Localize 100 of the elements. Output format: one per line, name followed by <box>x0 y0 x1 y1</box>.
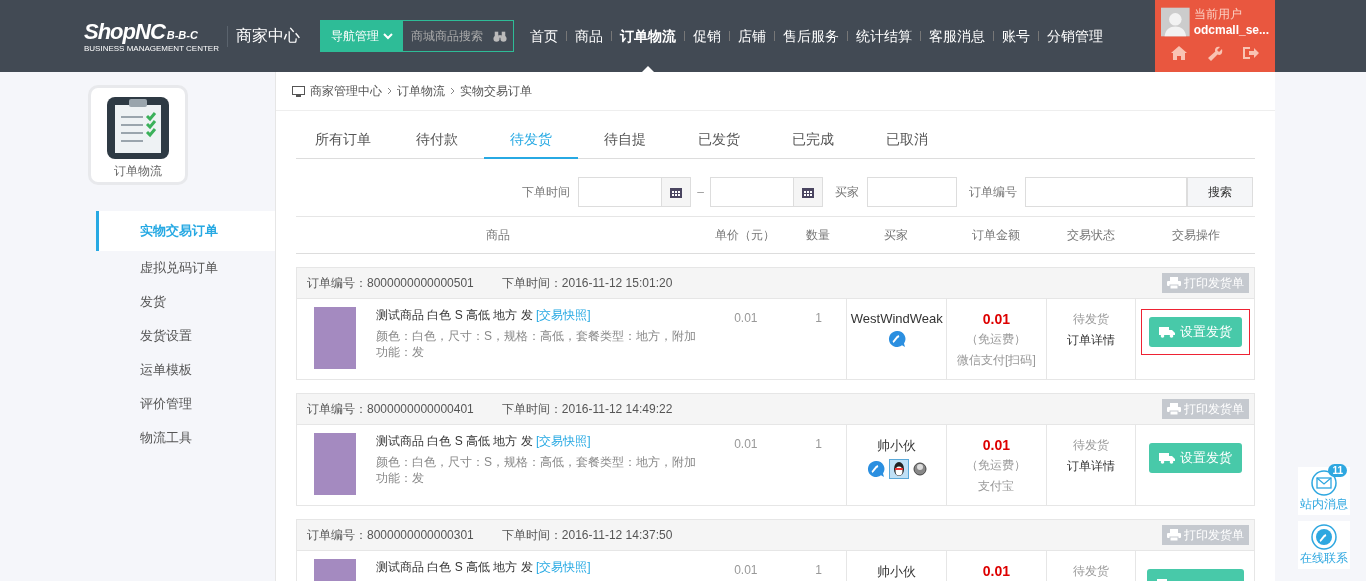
chevron-icon <box>450 87 455 95</box>
sidebar-item[interactable]: 发货 <box>96 285 275 319</box>
product-spec: 颜色：白色，尺寸：S，规格：高低，套餐类型：地方，附加功能：发 <box>376 454 697 486</box>
calendar-icon <box>670 186 683 198</box>
buyer-name: 帅小伙 <box>877 437 917 455</box>
product-name[interactable]: 测试商品 白色 S 高低 地方 发 <box>376 560 533 574</box>
breadcrumb-link[interactable]: 商家管理中心 <box>310 82 382 100</box>
order-amount: 0.01 <box>982 563 1011 579</box>
buyer-name: WestWindWeak <box>850 311 943 326</box>
tab[interactable]: 已取消 <box>860 127 954 158</box>
payment-method: 支付宝 <box>978 478 1015 495</box>
tab[interactable]: 所有订单 <box>296 127 390 158</box>
calendar-icon <box>802 186 814 198</box>
nav-link[interactable]: 商品 <box>567 0 611 72</box>
nav-link[interactable]: 售后服务 <box>775 0 847 72</box>
sidebar-item[interactable]: 物流工具 <box>96 421 275 455</box>
search-button[interactable]: 搜索 <box>1187 177 1253 207</box>
order-number-field[interactable] <box>1025 177 1187 207</box>
date-field[interactable] <box>710 177 823 207</box>
nav-link[interactable]: 促销 <box>685 0 729 72</box>
filter-label: 订单编号 <box>969 183 1017 201</box>
nav-link[interactable]: 统计结算 <box>848 0 920 72</box>
product-name[interactable]: 测试商品 白色 S 高低 地方 发 <box>376 308 533 322</box>
logo[interactable]: ShopNCB-B-C BUSINESS MANAGEMENT CENTER <box>84 19 219 53</box>
printer-icon <box>1167 277 1181 289</box>
unit-price: 0.01 <box>734 437 758 451</box>
order-amount: 0.01 <box>982 437 1011 453</box>
clipboard-icon <box>104 95 171 161</box>
sidebar-item[interactable]: 虚拟兑码订单 <box>96 251 275 285</box>
order-amount: 0.01 <box>982 311 1011 327</box>
avatar-icon <box>1161 6 1190 38</box>
tab[interactable]: 已发货 <box>672 127 766 158</box>
nav-link[interactable]: 账号 <box>994 0 1038 72</box>
order-time: 下单时间：2016-11-12 14:37:50 <box>501 526 673 544</box>
buyer-field[interactable] <box>867 177 957 207</box>
breadcrumb-link[interactable]: 实物交易订单 <box>460 82 532 100</box>
column-header: 数量 <box>805 226 831 244</box>
column-header: 交易操作 <box>1170 226 1221 244</box>
wrench-icon[interactable] <box>1207 46 1223 62</box>
home-icon[interactable] <box>1171 46 1187 60</box>
truck-icon <box>1158 452 1175 464</box>
order-status: 待发货 <box>1073 563 1110 580</box>
order-number: 订单编号：8000000000000301 <box>307 526 474 544</box>
penguin-icon[interactable] <box>888 459 909 479</box>
buyer-name: 帅小伙 <box>877 563 917 581</box>
filter-label: 下单时间 <box>522 183 571 201</box>
nav-link[interactable]: 分销管理 <box>1039 0 1111 72</box>
count-badge: 11 <box>1328 464 1347 477</box>
date-field[interactable] <box>578 177 692 207</box>
logout-icon[interactable] <box>1243 46 1259 60</box>
unit-price: 0.01 <box>734 563 758 577</box>
tab[interactable]: 待付款 <box>390 127 484 158</box>
nav-link[interactable]: 订单物流 <box>612 0 684 72</box>
tab[interactable]: 已完成 <box>766 127 860 158</box>
order-time: 下单时间：2016-11-12 14:49:22 <box>501 400 673 418</box>
user-name[interactable]: odcmall_se... <box>1193 23 1269 37</box>
order-detail-link[interactable]: 订单详情 <box>1067 332 1116 349</box>
column-header: 订单金额 <box>971 226 1021 244</box>
sidebar-item[interactable]: 发货设置 <box>96 319 275 353</box>
globe-icon[interactable] <box>912 462 927 476</box>
nav-link[interactable]: 店铺 <box>730 0 774 72</box>
sidebar-item[interactable]: 评价管理 <box>96 387 275 421</box>
column-header: 商品 <box>485 226 511 244</box>
search-field[interactable]: 商城商品搜索 <box>409 28 493 44</box>
order-number: 订单编号：8000000000000501 <box>307 274 474 292</box>
quantity: 1 <box>815 563 822 577</box>
order-status: 待发货 <box>1073 437 1110 454</box>
order-time: 下单时间：2016-11-12 15:01:20 <box>501 274 673 292</box>
column-header: 单价（元） <box>714 226 776 244</box>
printer-icon <box>1167 529 1181 541</box>
nav-link[interactable]: 客服消息 <box>921 0 993 72</box>
chevron-icon <box>387 87 392 95</box>
chat-bubble-icon[interactable] <box>887 330 906 348</box>
truck-icon <box>1158 326 1175 338</box>
order-number: 订单编号：8000000000000401 <box>307 400 474 418</box>
binoculars-icon <box>493 29 507 43</box>
filter-label: 买家 <box>835 183 859 201</box>
nav-link[interactable]: 首页 <box>522 0 566 72</box>
shipping-note: （免运费） <box>966 331 1027 348</box>
site-title: 商家中心 <box>227 25 300 47</box>
order-detail-link[interactable]: 订单详情 <box>1067 458 1116 475</box>
shipping-note: （免运费） <box>966 457 1027 474</box>
column-header: 交易状态 <box>1066 226 1116 244</box>
range-separator: – <box>697 185 704 199</box>
chat-bubble-icon <box>1311 524 1337 550</box>
module-name: 订单物流 <box>113 163 162 180</box>
sidebar-item[interactable]: 运单模板 <box>96 353 275 387</box>
order-status: 待发货 <box>1073 311 1110 328</box>
monitor-icon <box>292 85 305 97</box>
user-label: 当前用户 <box>1193 6 1243 23</box>
quantity: 1 <box>815 311 822 325</box>
column-header: 买家 <box>883 226 909 244</box>
tab[interactable]: 待自提 <box>578 127 672 158</box>
quantity: 1 <box>815 437 822 451</box>
caret-icon <box>383 32 393 40</box>
printer-icon <box>1167 403 1181 415</box>
product-name[interactable]: 测试商品 白色 S 高低 地方 发 <box>376 434 533 448</box>
breadcrumb-link[interactable]: 订单物流 <box>397 82 445 100</box>
payment-method: 微信支付[扫码] <box>957 352 1036 369</box>
product-spec: 颜色：白色，尺寸：S，规格：高低，套餐类型：地方，附加功能：发 <box>376 328 697 360</box>
